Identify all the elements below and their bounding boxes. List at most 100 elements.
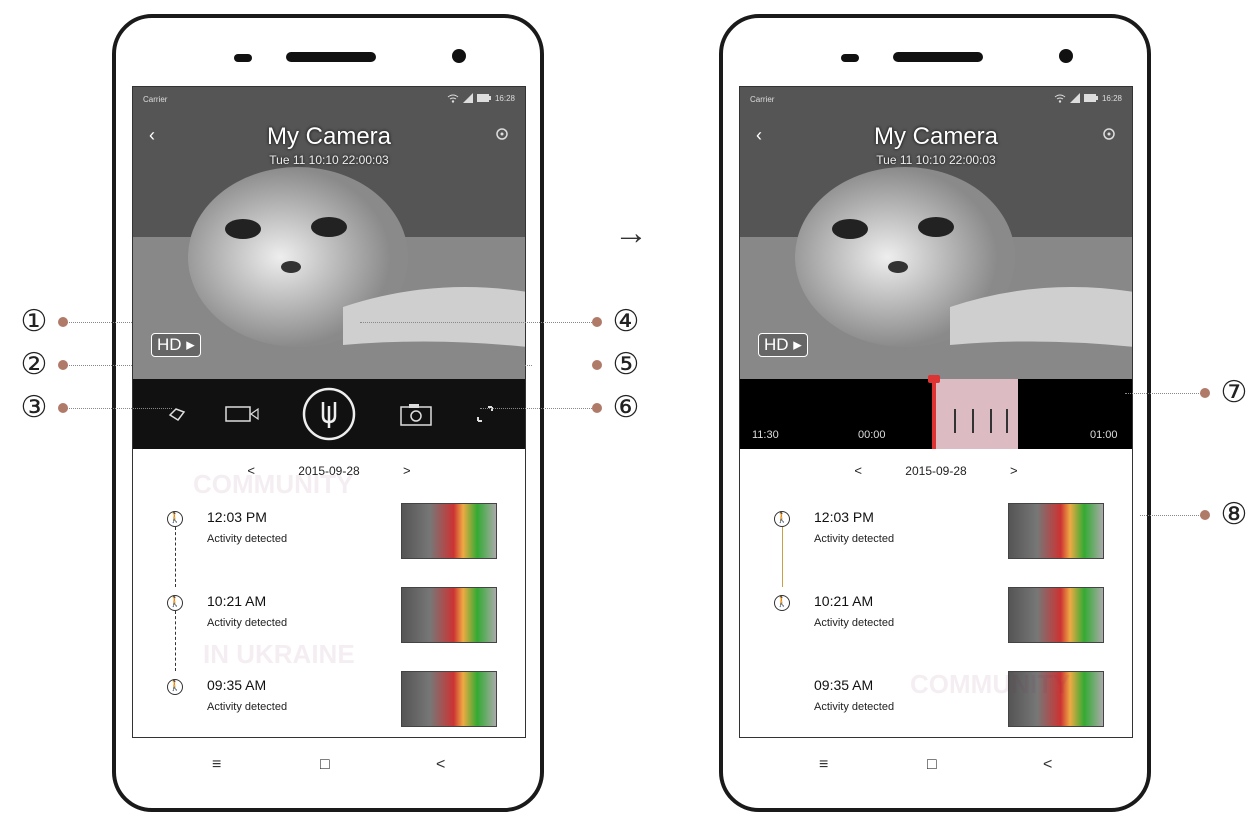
hd-label: HD <box>764 335 789 354</box>
next-date-button[interactable]: > <box>363 463 451 478</box>
event-thumbnail[interactable] <box>1008 503 1104 559</box>
date-label: 2015-09-28 <box>905 464 967 478</box>
event-description: Activity detected <box>814 701 895 713</box>
proximity-sensor <box>234 54 252 62</box>
clock-label: 16:28 <box>1101 93 1122 103</box>
back-key[interactable]: < <box>1043 756 1052 774</box>
callout-8: ⑧ <box>1220 498 1248 531</box>
hd-quality-button[interactable]: HD ▸ <box>151 333 201 357</box>
battery-icon <box>476 94 491 102</box>
callout-6: ⑥ <box>612 391 640 424</box>
event-row[interactable]: 🚶 10:21 AM Activity detected <box>740 587 1132 671</box>
status-icons: 16:28 <box>1054 93 1122 103</box>
event-time: 09:35 AM <box>814 677 874 693</box>
transition-arrow: → <box>614 214 648 252</box>
camera-timestamp: Tue 11 10:10 22:00:03 <box>269 153 389 167</box>
screen: Carrier 16:28 ‹ My Camera Tue 11 10:10 2… <box>739 86 1133 738</box>
event-time: 09:35 AM <box>207 677 267 693</box>
screen: Carrier 16:28 ‹ My Camera Tue 11 10:10 2… <box>132 86 526 738</box>
callout-4: ④ <box>612 305 640 338</box>
signal-icon <box>1069 93 1080 103</box>
event-description: Activity detected <box>814 533 895 545</box>
timeline-tick <box>954 409 956 433</box>
carrier-label: Carrier <box>750 95 775 104</box>
fullscreen-icon[interactable] <box>463 379 507 449</box>
timeline-label: 11:30 <box>752 429 779 441</box>
camera-timestamp: Tue 11 10:10 22:00:03 <box>876 153 996 167</box>
home-key[interactable]: □ <box>320 756 330 774</box>
event-list: < 2015-09-28 > 🚶 12:03 PM Activity detec… <box>740 449 1132 737</box>
event-description: Activity detected <box>814 617 895 629</box>
event-description: Activity detected <box>207 701 288 713</box>
timeline-connector <box>782 527 784 587</box>
callout-leader <box>62 408 172 409</box>
battery-icon <box>1083 94 1098 102</box>
talk-microphone-icon[interactable] <box>299 379 359 449</box>
timeline-connector <box>175 611 177 671</box>
playback-timeline[interactable]: 11:30 00:00 01:00 <box>740 375 1132 449</box>
phone-left: Carrier 16:28 ‹ My Camera Tue 11 10:10 2… <box>112 14 544 812</box>
callout-dot <box>592 317 602 327</box>
timeline-playhead[interactable] <box>932 379 936 449</box>
live-video[interactable]: Carrier 16:28 ‹ My Camera Tue 11 10:10 2… <box>740 87 1132 379</box>
event-description: Activity detected <box>207 533 288 545</box>
event-list: < 2015-09-28 > 🚶 12:03 PM Activity detec… <box>133 449 525 737</box>
settings-gear-icon[interactable] <box>1102 127 1116 146</box>
wifi-icon <box>447 94 459 103</box>
status-bar: Carrier 16:28 <box>750 93 1122 107</box>
event-row[interactable]: 🚶 12:03 PM Activity detected <box>133 503 525 587</box>
event-time: 12:03 PM <box>207 509 267 525</box>
motion-person-icon: 🚶 <box>167 595 183 611</box>
event-thumbnail[interactable] <box>401 671 497 727</box>
wifi-icon <box>1054 94 1066 103</box>
timeline-connector <box>175 527 177 587</box>
phone-right: Carrier 16:28 ‹ My Camera Tue 11 10:10 2… <box>719 14 1151 812</box>
home-key[interactable]: □ <box>927 756 937 774</box>
settings-gear-icon[interactable] <box>495 127 509 146</box>
camera-title: My Camera <box>266 123 392 150</box>
watermark: COMMUNITY <box>910 669 1071 699</box>
event-row[interactable]: 🚶 09:35 AM Activity detected <box>133 671 525 737</box>
hd-quality-button[interactable]: HD ▸ <box>758 333 808 357</box>
callout-leader <box>480 408 596 409</box>
clock-label: 16:28 <box>494 93 515 103</box>
event-row[interactable]: 🚶 12:03 PM Activity detected <box>740 503 1132 587</box>
callout-dot <box>592 360 602 370</box>
playhead-handle[interactable] <box>928 375 940 383</box>
system-nav-bar: ≡ □ < <box>116 742 540 802</box>
system-nav-bar: ≡ □ < <box>723 742 1147 802</box>
live-video[interactable]: Carrier 16:28 ‹ My Camera Tue 11 10:10 2… <box>133 87 525 379</box>
callout-leader <box>1140 515 1203 516</box>
motion-person-icon: 🚶 <box>167 511 183 527</box>
prev-date-button[interactable]: < <box>814 463 902 478</box>
callout-2: ② <box>20 348 48 381</box>
earpiece <box>893 52 983 62</box>
menu-key[interactable]: ≡ <box>212 756 221 774</box>
event-time: 12:03 PM <box>814 509 874 525</box>
event-thumbnail[interactable] <box>1008 587 1104 643</box>
back-key[interactable]: < <box>436 756 445 774</box>
menu-key[interactable]: ≡ <box>819 756 828 774</box>
callout-leader <box>1125 393 1203 394</box>
callout-1: ① <box>20 305 48 338</box>
timeline-tick <box>972 409 974 433</box>
callout-leader <box>62 322 152 323</box>
watermark: COMMUNITY <box>193 469 354 499</box>
record-video-icon[interactable] <box>217 379 267 449</box>
callout-dot <box>58 403 68 413</box>
callout-dot <box>58 317 68 327</box>
timeline-label: 01:00 <box>1090 429 1118 441</box>
next-date-button[interactable]: > <box>970 463 1058 478</box>
date-navigator: < 2015-09-28 > <box>740 463 1132 478</box>
proximity-sensor <box>841 54 859 62</box>
status-bar: Carrier 16:28 <box>143 93 515 107</box>
earpiece <box>286 52 376 62</box>
event-thumbnail[interactable] <box>401 503 497 559</box>
watermark: IN UKRAINE <box>203 639 355 669</box>
timeline-label: 00:00 <box>858 429 886 441</box>
event-thumbnail[interactable] <box>401 587 497 643</box>
signal-icon <box>462 93 473 103</box>
callout-leader <box>360 322 596 323</box>
snapshot-camera-icon[interactable] <box>391 379 441 449</box>
speaker-mute-icon[interactable] <box>155 379 199 449</box>
